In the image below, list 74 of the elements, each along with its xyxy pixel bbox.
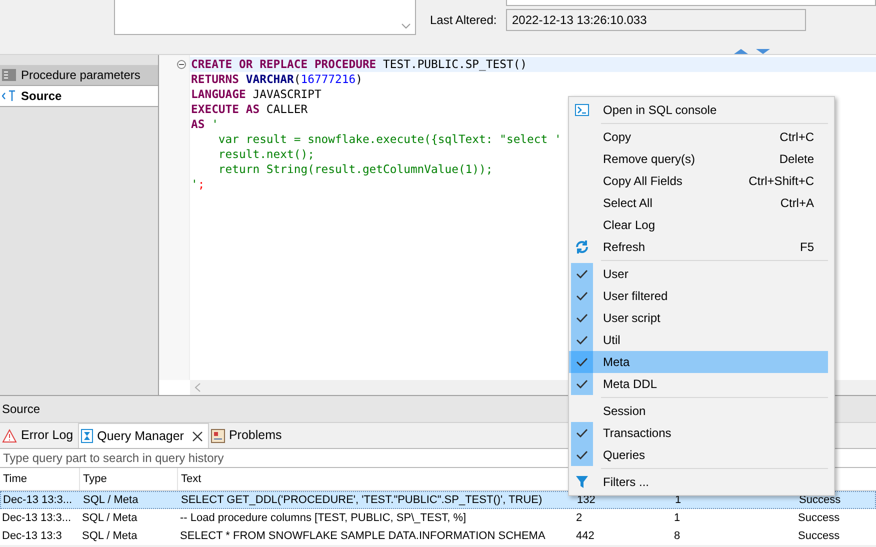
table-cell-text: SQL / Meta	[81, 510, 138, 526]
check-icon	[576, 357, 588, 367]
table-cell-text: 8	[673, 528, 682, 544]
filter-icon	[575, 475, 589, 489]
table-cell-text: 2	[575, 510, 584, 526]
panel-tab[interactable]: Problems	[208, 423, 287, 448]
menu-item[interactable]: Queries	[569, 444, 828, 466]
panel-tab[interactable]: Error Log	[0, 423, 78, 448]
code-line: EXECUTE AS CALLER	[190, 102, 308, 117]
menu-item[interactable]: Session	[569, 400, 828, 422]
fold-icon[interactable]	[177, 60, 186, 69]
menu-item[interactable]: User filtered	[569, 285, 828, 307]
code-line: result.next();	[217, 147, 314, 162]
problems-icon	[210, 428, 225, 442]
table-cell-text: Success	[798, 492, 842, 508]
menu-item[interactable]: Copy Ctrl+C	[569, 126, 828, 148]
menu-item[interactable]: Meta	[569, 351, 828, 373]
code-line: return String(result.getColumnValue(1));	[217, 162, 493, 177]
console-icon	[575, 103, 589, 117]
column-header[interactable]: Type	[80, 468, 178, 490]
hourglass-icon	[81, 429, 94, 443]
check-icon	[576, 428, 588, 438]
menu-item[interactable]: Util	[569, 329, 828, 351]
description-field[interactable]	[114, 0, 416, 35]
field-label: Last Altered:	[430, 12, 498, 29]
table-cell-text: Dec-13 13:3...	[1, 510, 72, 526]
table-cell-text: SELECT * FROM SNOWFLAKE SAMPLE DATA.INFORMATION SCHEMA	[179, 528, 546, 544]
side-tab[interactable]: Procedure parameters	[0, 65, 158, 86]
menu-item[interactable]: Clear Log	[569, 214, 828, 236]
table-row[interactable]: Dec-13 13:3 SQL / Meta SELECT * FROM SNOWFLAKE SAMPLE DATA.INFORMATION SCHEMA 442 8 Success	[0, 527, 876, 545]
check-icon	[576, 291, 588, 301]
table-cell-text: SQL / Meta	[82, 492, 140, 508]
code-line: RETURNS VARCHAR(16777216)	[190, 72, 362, 87]
code-line: LANGUAGE JAVASCRIPT	[190, 87, 322, 102]
close-icon[interactable]	[192, 430, 203, 442]
code-line: ';	[190, 177, 205, 192]
last-altered-field[interactable]: 2022-12-13 13:26:10.033	[506, 9, 806, 31]
check-icon	[576, 269, 588, 279]
side-tab[interactable]: Source	[0, 86, 158, 107]
table-cell-text: Success	[797, 528, 841, 544]
scroll-down-icon	[401, 23, 411, 30]
table-cell-text: Dec-13 13:3...	[2, 492, 74, 508]
table-cell-text: SQL / Meta	[81, 528, 138, 544]
table-icon	[2, 69, 16, 81]
check-icon	[576, 450, 588, 460]
menu-item[interactable]: Open in SQL console	[569, 99, 828, 121]
menu-item[interactable]: Transactions	[569, 422, 828, 444]
code-line: var result = snowflake.execute({sqlText: "select '	[217, 132, 562, 147]
table-cell-text: 442	[575, 528, 596, 544]
code-line: AS '	[190, 117, 218, 132]
check-icon	[576, 335, 588, 345]
scroll-left-icon[interactable]	[194, 383, 201, 392]
table-cell-text: SELECT GET_DDL('PROCEDURE', 'TEST."PUBLIC".SP_TEST()', TRUE)	[180, 492, 544, 508]
column-header[interactable]: Time	[0, 468, 80, 490]
source-icon	[2, 90, 16, 102]
menu-item[interactable]: Remove query(s) Delete	[569, 148, 828, 170]
panel-title: Source	[2, 401, 40, 418]
menu-item[interactable]: Copy All Fields Ctrl+Shift+C	[569, 170, 828, 192]
refresh-icon	[574, 239, 590, 255]
menu-item[interactable]: Select All Ctrl+A	[569, 192, 828, 214]
warning-icon	[2, 428, 17, 442]
menu-item[interactable]: User script	[569, 307, 828, 329]
check-icon	[576, 313, 588, 323]
menu-item[interactable]: Meta DDL	[569, 373, 828, 395]
table-cell-text: Success	[797, 510, 841, 526]
table-cell-text: 1	[673, 510, 682, 526]
code-line: CREATE OR REPLACE PROCEDURE TEST.PUBLIC.SP_TEST()	[190, 57, 528, 72]
panel-tab[interactable]: Query Manager	[78, 423, 209, 448]
table-row[interactable]: Dec-13 13:3... SQL / Meta -- Load procedure columns [TEST, PUBLIC, SP\_TEST, %] 2 1 Success	[0, 509, 876, 527]
menu-item[interactable]: Refresh F5	[569, 236, 828, 258]
table-cell-text: Dec-13 13:3	[1, 528, 63, 544]
menu-item[interactable]: User	[569, 263, 828, 285]
table-cell-text: -- Load procedure columns [TEST, PUBLIC, SP\_TEST, %]	[179, 510, 468, 526]
check-icon	[576, 379, 588, 389]
